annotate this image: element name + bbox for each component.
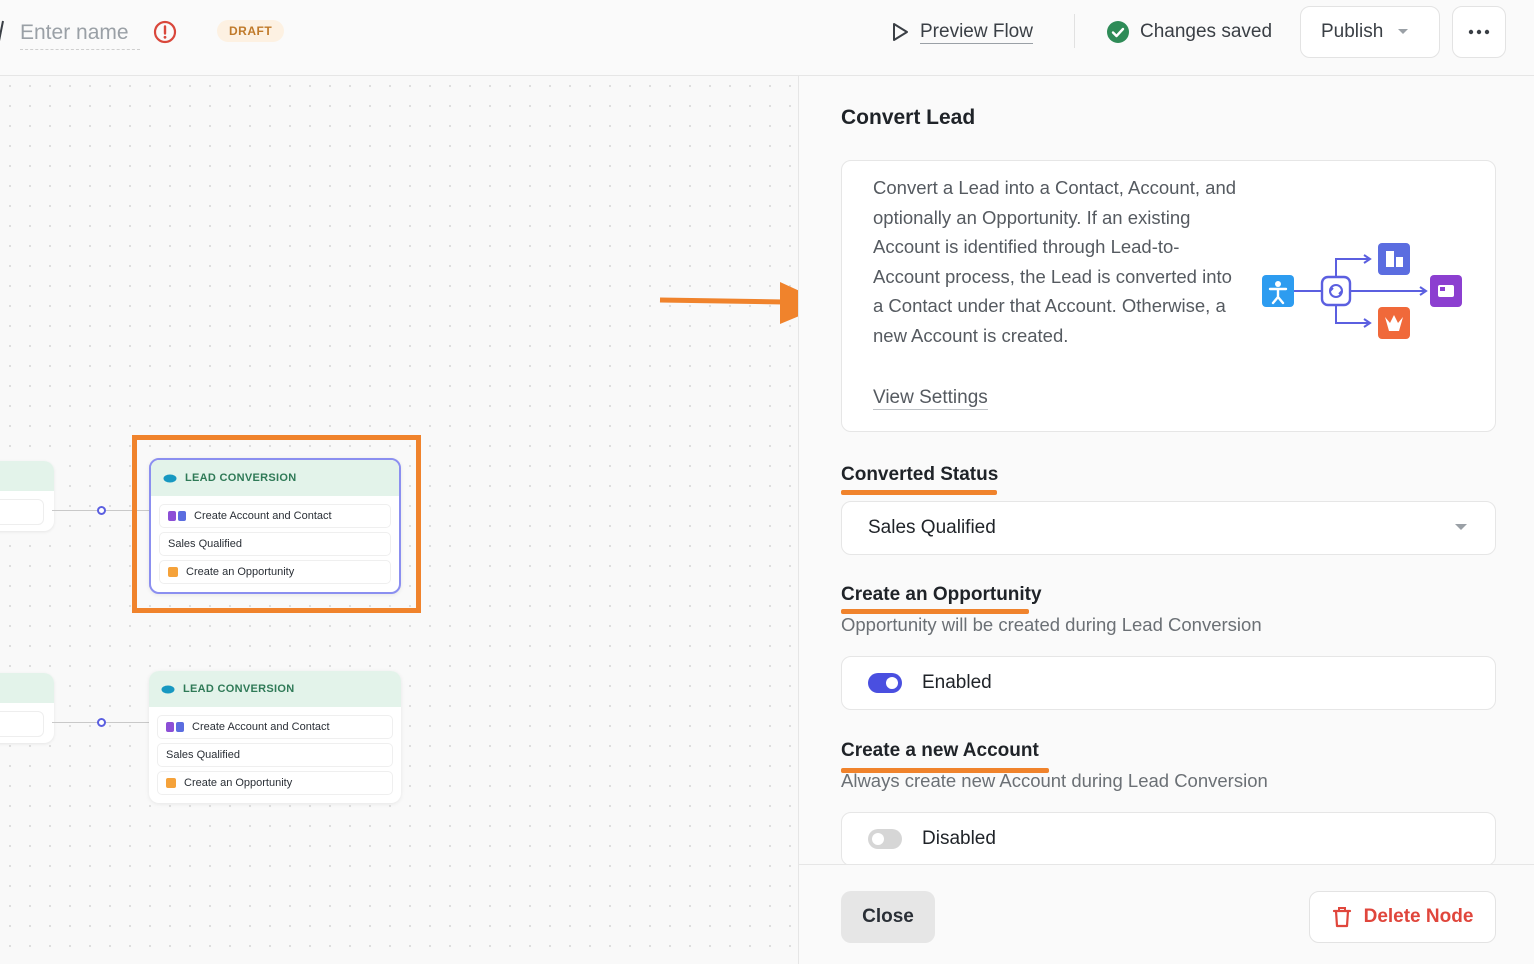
publish-button[interactable]: Publish <box>1300 6 1440 58</box>
save-status: Changes saved <box>1106 14 1272 50</box>
panel-footer: Close Delete Node <box>799 864 1534 964</box>
create-opportunity-title: Create an Opportunity <box>841 584 1042 605</box>
create-opportunity-toggle-row[interactable]: Enabled <box>841 656 1496 710</box>
view-settings-link[interactable]: View Settings <box>873 387 988 410</box>
converted-status-select[interactable]: Sales Qualified <box>841 501 1496 555</box>
create-account-toggle[interactable] <box>868 829 902 849</box>
warning-icon <box>153 20 177 44</box>
panel-title: Convert Lead <box>841 106 976 129</box>
chevron-down-icon <box>1455 524 1467 530</box>
top-bar: DRAFT Preview Flow Changes saved Publish <box>0 0 1534 76</box>
salesforce-cloud-icon <box>161 685 175 694</box>
preview-flow-button[interactable]: Preview Flow <box>890 14 1033 50</box>
create-account-toggle-label: Disabled <box>922 828 996 849</box>
lead-conversion-illustration-icon <box>1262 243 1462 339</box>
divider <box>1074 14 1075 48</box>
flow-node-partial[interactable] <box>0 673 54 743</box>
create-opportunity-toggle-label: Enabled <box>922 672 992 693</box>
delete-node-button[interactable]: Delete Node <box>1309 891 1496 943</box>
create-account-subtitle: Always create new Account during Lead Co… <box>841 770 1268 791</box>
more-options-button[interactable] <box>1452 6 1506 58</box>
node-step-item[interactable]: Sales Qualified <box>157 743 393 767</box>
annotation-underline <box>841 490 997 495</box>
description-text: Convert a Lead into a Contact, Account, … <box>873 177 1237 346</box>
account-contact-icon <box>166 722 184 732</box>
play-icon <box>893 23 908 41</box>
delete-node-label: Delete Node <box>1363 906 1474 927</box>
opportunity-icon <box>166 778 176 788</box>
node-step-item[interactable]: Create an Opportunity <box>157 771 393 795</box>
node-step-label: Create an Opportunity <box>184 777 293 789</box>
node-header: LEAD CONVERSION <box>149 671 401 707</box>
back-slash-icon[interactable] <box>0 20 4 42</box>
preview-flow-label: Preview Flow <box>920 20 1033 44</box>
create-account-title: Create a new Account <box>841 740 1039 761</box>
node-step-label: Sales Qualified <box>166 749 240 761</box>
node-header-title: LEAD CONVERSION <box>183 683 295 695</box>
description-card: Convert a Lead into a Contact, Account, … <box>841 160 1496 432</box>
node-settings-panel: Convert Lead Convert a Lead into a Conta… <box>798 76 1534 964</box>
node-step-item[interactable]: Create Account and Contact <box>157 715 393 739</box>
create-account-toggle-row[interactable]: Disabled <box>841 812 1496 866</box>
publish-label: Publish <box>1321 21 1384 42</box>
converted-status-title: Converted Status <box>841 464 999 485</box>
create-opportunity-subtitle: Opportunity will be created during Lead … <box>841 614 1262 635</box>
flow-node-partial[interactable] <box>0 461 54 531</box>
save-status-label: Changes saved <box>1140 21 1273 42</box>
trash-icon <box>1332 907 1351 928</box>
node-step-label: Create Account and Contact <box>192 721 330 733</box>
connector-dot[interactable] <box>97 718 106 727</box>
lead-conversion-node[interactable]: LEAD CONVERSION Create Account and Conta… <box>149 671 401 803</box>
check-circle-icon <box>1107 21 1129 43</box>
status-badge: DRAFT <box>217 20 285 42</box>
connector-dot[interactable] <box>97 506 106 515</box>
converted-status-value: Sales Qualified <box>868 517 996 538</box>
annotation-highlight-box <box>132 435 421 613</box>
more-horizontal-icon <box>1468 29 1490 35</box>
chevron-down-icon <box>1398 29 1409 34</box>
create-opportunity-toggle[interactable] <box>868 673 902 693</box>
close-button[interactable]: Close <box>841 891 935 943</box>
flow-name-input[interactable] <box>20 16 140 50</box>
